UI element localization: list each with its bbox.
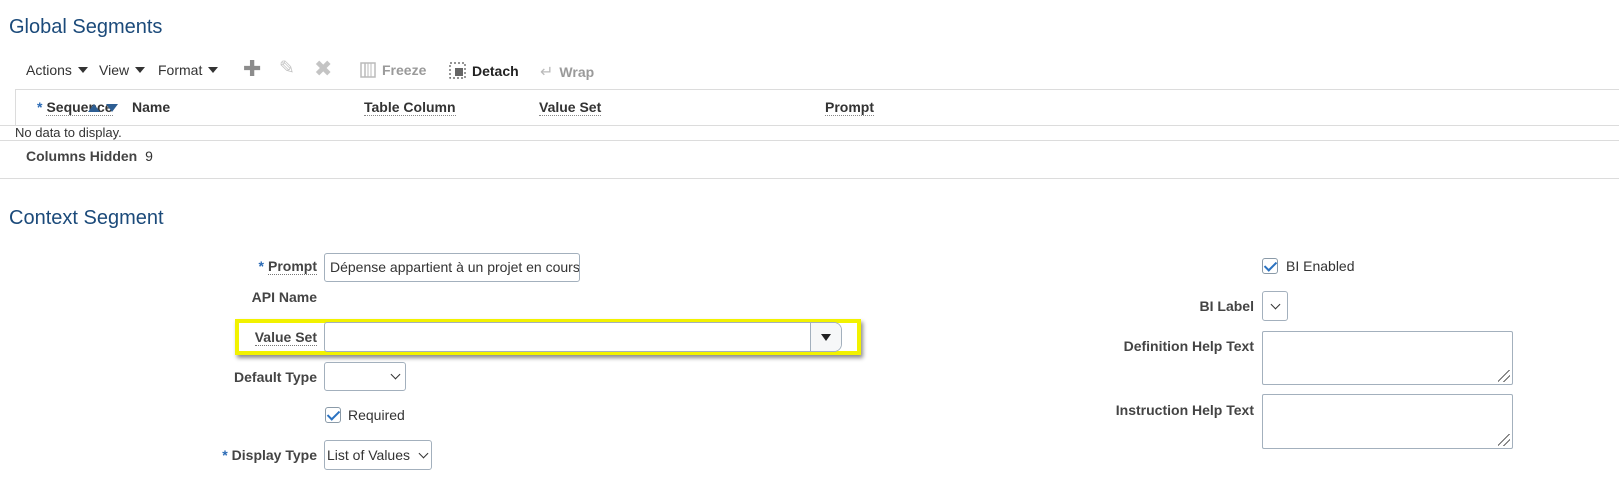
freeze-icon bbox=[360, 62, 376, 78]
required-checkbox[interactable] bbox=[325, 407, 341, 423]
view-label: View bbox=[99, 62, 130, 78]
table-top-divider bbox=[15, 89, 1619, 90]
wrap-icon: ↵ bbox=[540, 64, 554, 81]
delete-icon[interactable]: ✖ bbox=[314, 58, 332, 80]
resize-handle-icon[interactable] bbox=[1498, 370, 1510, 382]
table-left-edge bbox=[15, 89, 16, 125]
prompt-input[interactable]: Dépense appartient à un projet en cours bbox=[324, 253, 580, 282]
value-set-combobox[interactable] bbox=[324, 322, 842, 352]
format-menu[interactable]: Format bbox=[158, 62, 219, 78]
value-set-label: Value Set bbox=[254, 329, 317, 346]
columns-hidden-label: Columns Hidden bbox=[26, 148, 138, 164]
detach-label: Detach bbox=[472, 62, 519, 79]
add-icon[interactable]: ✚ bbox=[243, 58, 261, 80]
prompt-label: * Prompt bbox=[258, 258, 317, 275]
detach-icon bbox=[449, 62, 466, 79]
display-type-select[interactable]: List of Values bbox=[324, 440, 432, 470]
sort-icon[interactable] bbox=[86, 101, 120, 114]
definition-help-text-label: Definition Help Text bbox=[1123, 338, 1254, 354]
required-indicator: * bbox=[258, 258, 264, 274]
bi-label-label: BI Label bbox=[1199, 298, 1254, 314]
actions-menu[interactable]: Actions bbox=[26, 62, 88, 78]
api-name-label: API Name bbox=[251, 289, 317, 305]
column-header-prompt[interactable]: Prompt bbox=[825, 99, 874, 116]
columns-hidden-count: 9 bbox=[145, 148, 153, 164]
global-segments-title: Global Segments bbox=[9, 16, 163, 38]
freeze-label: Freeze bbox=[382, 62, 427, 78]
actions-label: Actions bbox=[26, 62, 72, 78]
context-segment-title: Context Segment bbox=[9, 207, 164, 229]
column-header-table-column[interactable]: Table Column bbox=[364, 99, 456, 116]
definition-help-textarea[interactable] bbox=[1262, 331, 1513, 385]
view-menu[interactable]: View bbox=[99, 62, 146, 78]
wrap-button[interactable]: ↵ Wrap bbox=[540, 62, 594, 82]
instruction-help-textarea[interactable] bbox=[1262, 394, 1513, 449]
format-label: Format bbox=[158, 62, 203, 78]
section-divider bbox=[0, 178, 1619, 179]
chevron-down-icon bbox=[135, 67, 146, 73]
bi-enabled-checkbox[interactable] bbox=[1262, 258, 1278, 274]
bi-enabled-label: BI Enabled bbox=[1286, 258, 1355, 274]
edit-icon[interactable]: ✎ bbox=[279, 59, 295, 78]
table-bottom-divider bbox=[0, 140, 1619, 141]
required-indicator: * bbox=[222, 447, 228, 463]
required-indicator: * bbox=[37, 99, 43, 115]
chevron-down-icon bbox=[390, 369, 401, 380]
chevron-down-icon bbox=[77, 67, 88, 73]
bi-label-select[interactable] bbox=[1262, 291, 1288, 321]
column-header-name[interactable]: Name bbox=[132, 99, 170, 115]
detach-button[interactable]: Detach bbox=[449, 62, 519, 79]
required-checkbox-label: Required bbox=[348, 407, 405, 423]
value-set-dropdown-button[interactable] bbox=[810, 323, 841, 351]
display-type-value: List of Values bbox=[327, 447, 411, 463]
default-type-label: Default Type bbox=[234, 369, 317, 385]
freeze-button[interactable]: Freeze bbox=[360, 62, 426, 78]
columns-hidden-status: Columns Hidden 9 bbox=[26, 148, 153, 164]
instruction-help-text-label: Instruction Help Text bbox=[1115, 402, 1254, 418]
table-header-divider bbox=[0, 125, 1619, 126]
chevron-down-icon bbox=[418, 448, 429, 458]
wrap-label: Wrap bbox=[559, 64, 595, 80]
display-type-label: * Display Type bbox=[222, 447, 317, 463]
chevron-down-icon bbox=[1270, 299, 1280, 309]
chevron-down-icon bbox=[208, 67, 219, 73]
empty-table-message: No data to display. bbox=[15, 125, 122, 140]
resize-handle-icon[interactable] bbox=[1498, 434, 1510, 446]
column-header-value-set[interactable]: Value Set bbox=[539, 99, 602, 116]
chevron-down-icon bbox=[821, 333, 831, 341]
default-type-select[interactable] bbox=[324, 362, 406, 391]
